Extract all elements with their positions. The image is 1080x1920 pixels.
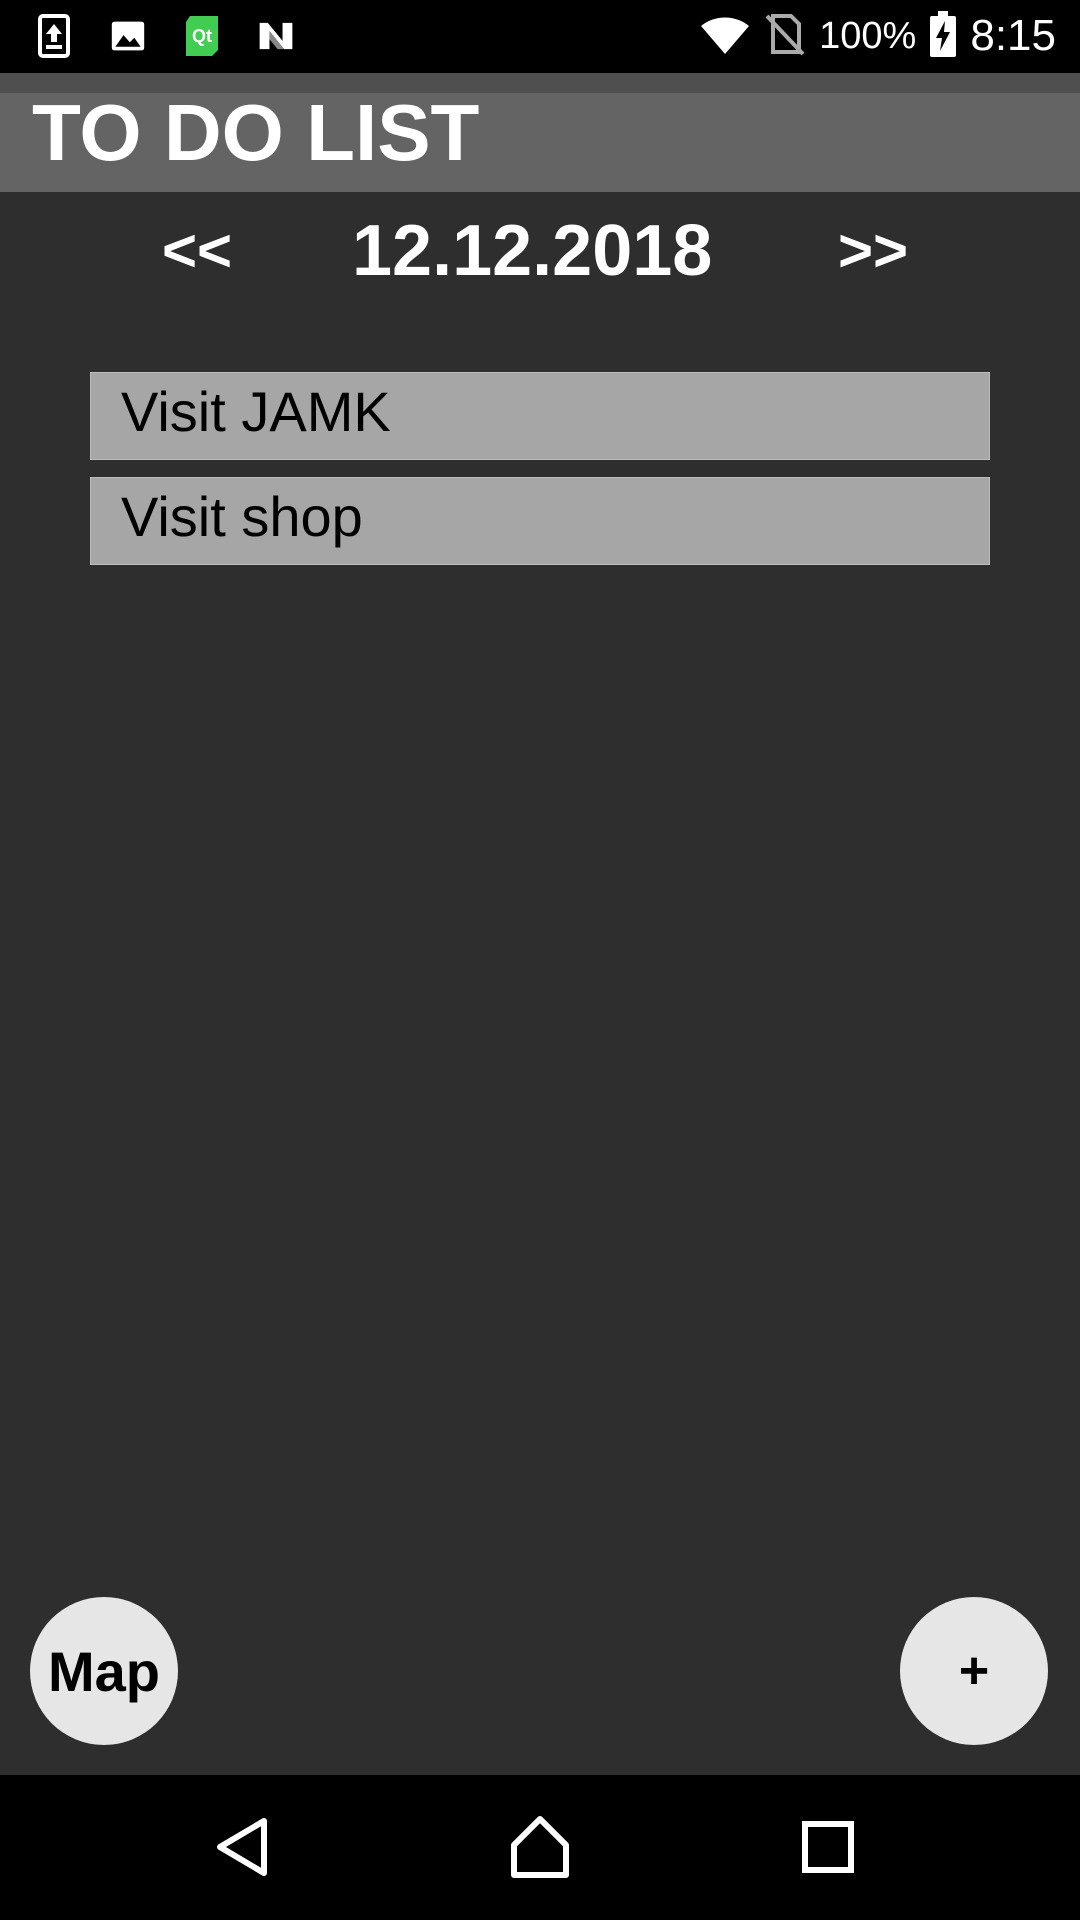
image-icon [110, 14, 146, 58]
task-list: Visit JAMK Visit shop [90, 372, 990, 582]
system-status: 100% 8:15 [699, 8, 1056, 64]
battery-percent: 100% [819, 14, 917, 57]
current-date: 12.12.2018 [352, 211, 713, 291]
clock: 8:15 [970, 11, 1056, 60]
add-task-button[interactable]: + [900, 1597, 1048, 1745]
next-day-button[interactable]: >> [838, 206, 908, 296]
home-icon[interactable] [504, 1811, 576, 1883]
upload-icon [36, 14, 72, 58]
list-item[interactable]: Visit JAMK [90, 372, 990, 460]
notification-icons: Qt [36, 10, 294, 62]
task-label: Visit JAMK [121, 380, 391, 443]
map-button[interactable]: Map [30, 1597, 178, 1745]
svg-text:Qt: Qt [192, 26, 212, 46]
n-icon [258, 14, 294, 58]
recents-icon[interactable] [792, 1811, 864, 1883]
task-label: Visit shop [121, 485, 363, 548]
qt-icon: Qt [184, 14, 220, 58]
wifi-icon [699, 12, 751, 61]
list-item[interactable]: Visit shop [90, 477, 990, 565]
no-sim-icon [765, 12, 805, 61]
battery-charging-icon [930, 10, 957, 62]
previous-day-button[interactable]: << [162, 206, 232, 296]
system-navigation-bar [0, 1775, 1080, 1920]
status-bar: Qt 100% 8:15 [0, 0, 1080, 73]
page-title: TO DO LIST [32, 88, 480, 177]
back-icon[interactable] [206, 1811, 278, 1883]
app-header: TO DO LIST [0, 73, 1080, 192]
date-navigation: << 12.12.2018 >> [0, 206, 1080, 296]
